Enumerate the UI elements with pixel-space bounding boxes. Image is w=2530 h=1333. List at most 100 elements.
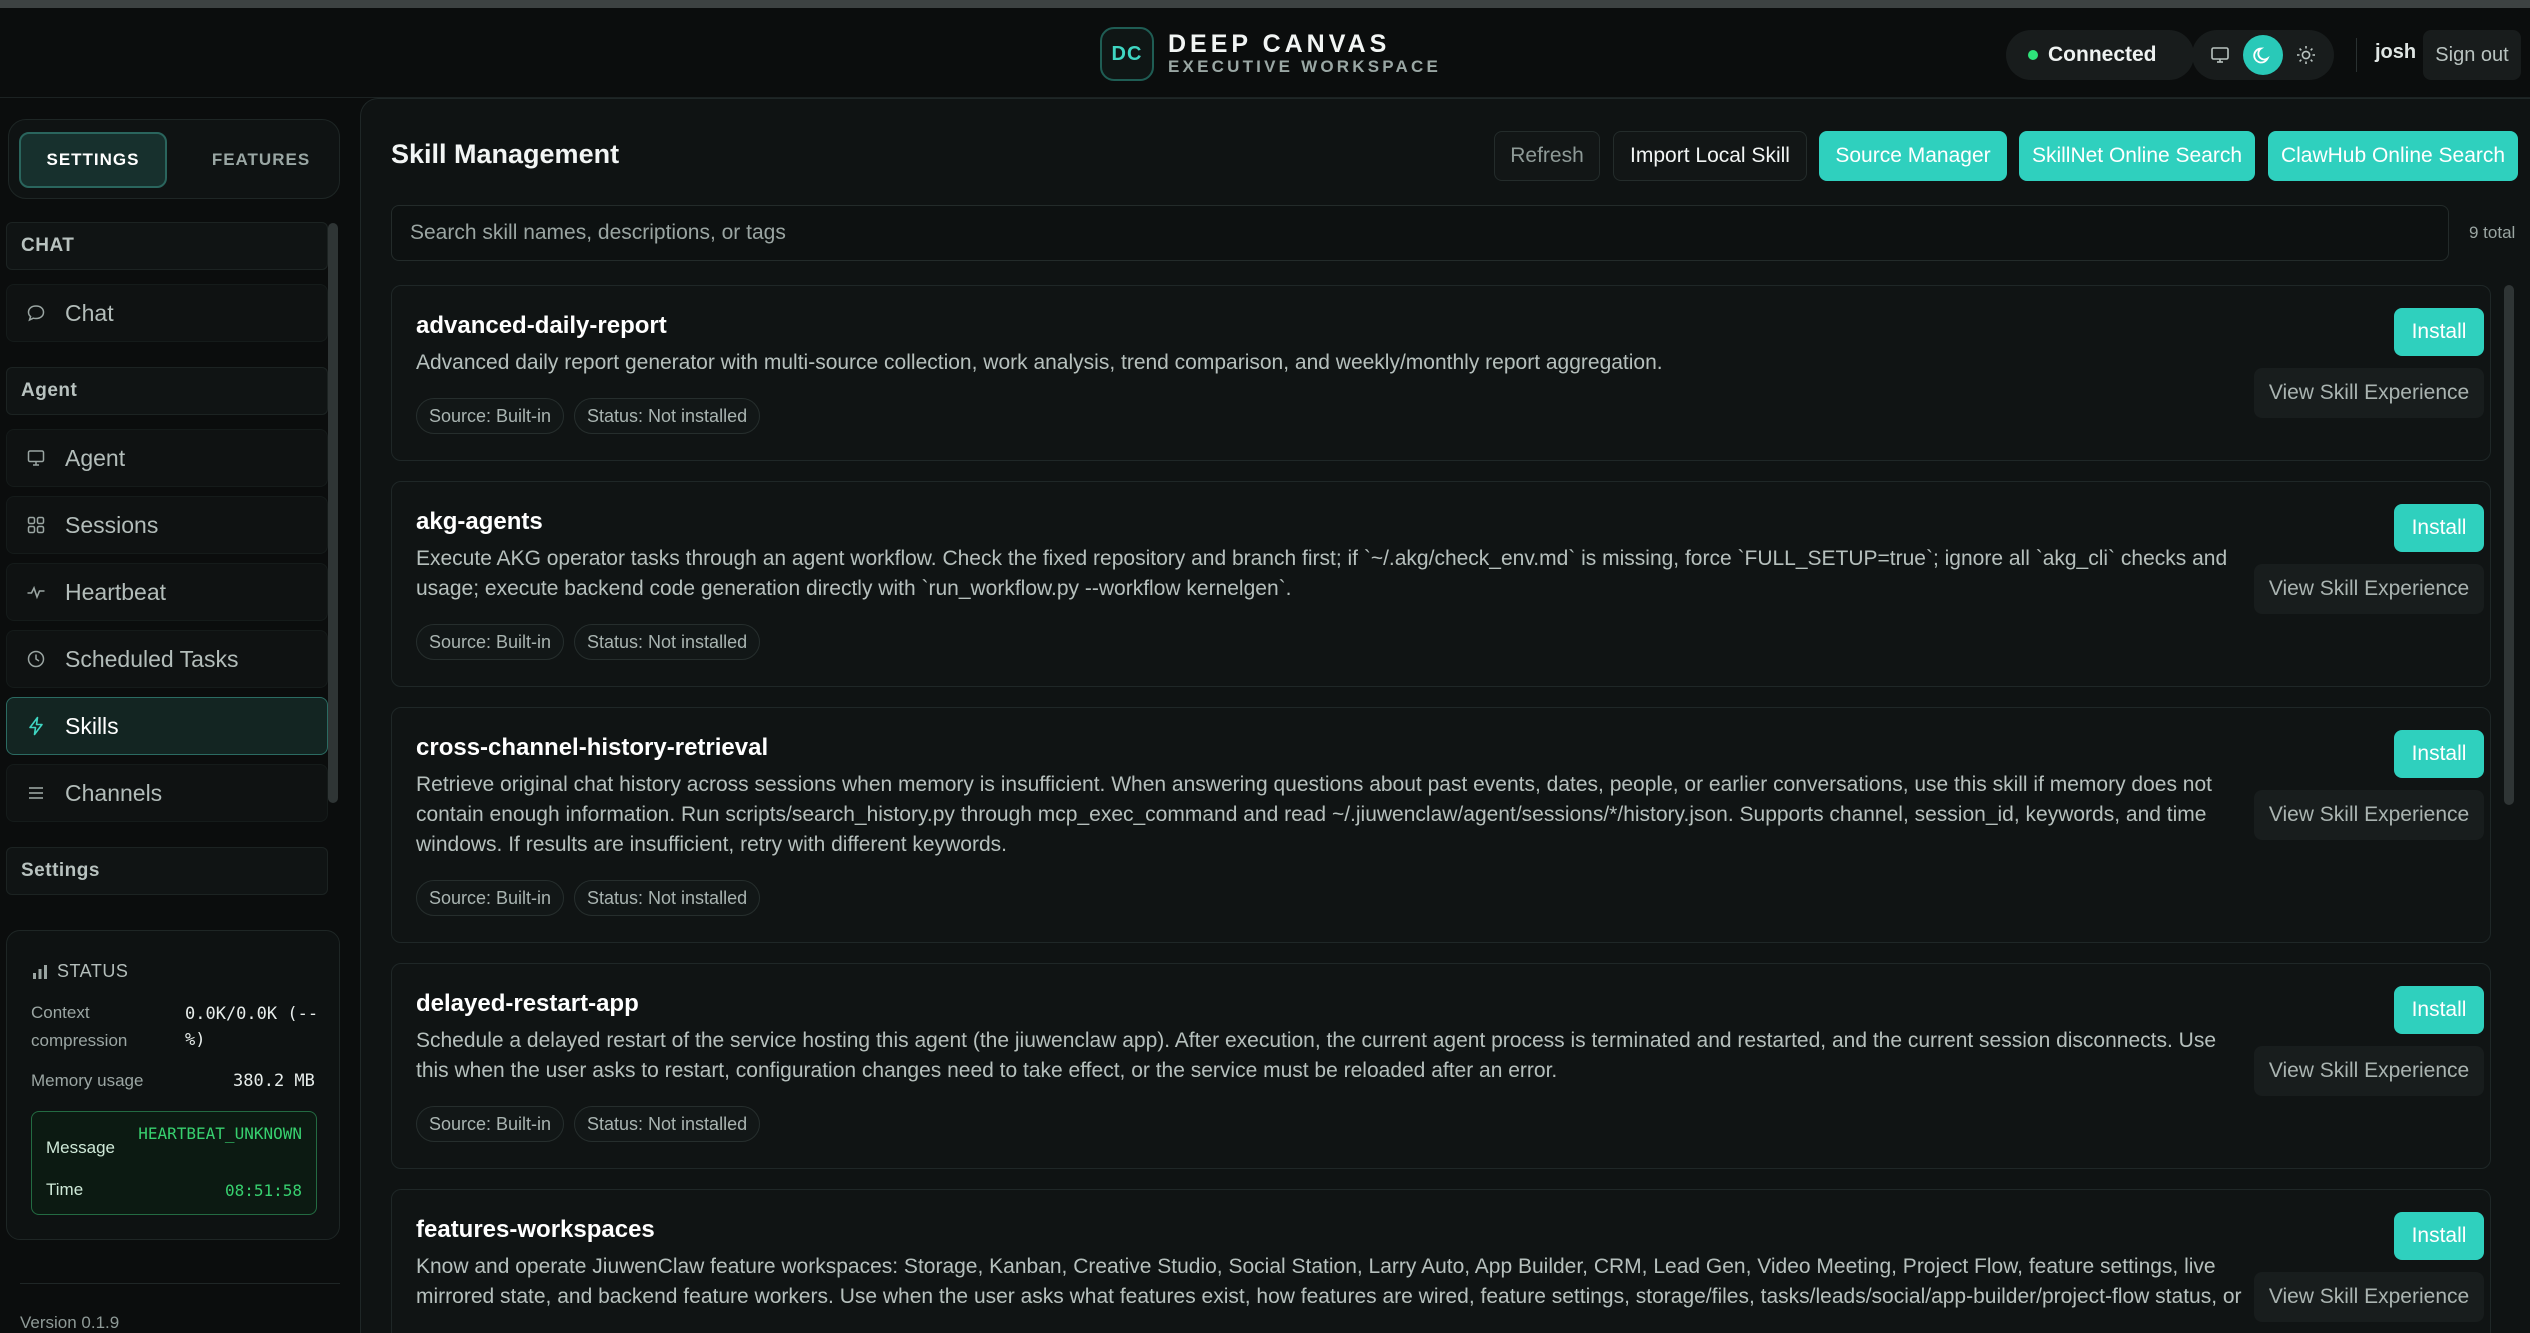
message-label: Message — [46, 1138, 115, 1157]
source-tag: Source: Built-in — [416, 1106, 565, 1142]
view-skill-experience-button[interactable]: View Skill Experience — [2254, 564, 2484, 614]
connection-status: Connected — [2006, 30, 2194, 80]
status-tag: Status: Not installed — [574, 880, 761, 916]
time-label: Time — [46, 1180, 84, 1199]
sidebar-item-agent[interactable]: Agent — [6, 429, 328, 487]
view-skill-experience-button[interactable]: View Skill Experience — [2254, 368, 2484, 418]
sidebar-item-label: Chat — [65, 299, 114, 326]
status-dot-icon — [2028, 50, 2038, 60]
sidebar-item-label: Sessions — [65, 511, 159, 538]
sidebar-item-label: Skills — [65, 712, 119, 739]
skill-name: akg-agents — [416, 508, 543, 535]
sidebar-scrollbar[interactable] — [328, 223, 338, 803]
status-title: STATUS — [31, 961, 128, 982]
sidebar: SETTINGS FEATURES CHAT Chat Agent Agent … — [0, 98, 350, 1333]
source-manager-button[interactable]: Source Manager — [1819, 131, 2007, 181]
install-button[interactable]: Install — [2394, 504, 2484, 552]
brand-logo: DC — [1100, 27, 1154, 81]
skill-card: delayed-restart-app Schedule a delayed r… — [391, 963, 2491, 1169]
tab-settings[interactable]: SETTINGS — [19, 132, 167, 188]
sidebar-item-scheduled-tasks[interactable]: Scheduled Tasks — [6, 630, 328, 688]
sun-icon[interactable] — [2286, 35, 2326, 75]
skill-card: cross-channel-history-retrieval Retrieve… — [391, 707, 2491, 943]
view-skill-experience-button[interactable]: View Skill Experience — [2254, 790, 2484, 840]
skill-card: akg-agents Execute AKG operator tasks th… — [391, 481, 2491, 687]
source-tag: Source: Built-in — [416, 398, 565, 434]
sidebar-item-label: Channels — [65, 779, 163, 806]
import-local-skill-button[interactable]: Import Local Skill — [1613, 131, 1807, 181]
theme-switcher — [2192, 30, 2334, 80]
skill-card: features-workspaces Know and operate Jiu… — [391, 1189, 2491, 1333]
source-tag: Source: Built-in — [416, 880, 565, 916]
memory-value: 380.2 MB — [233, 1071, 315, 1091]
message-value: HEARTBEAT_UNKNOWN — [138, 1124, 302, 1143]
view-skill-experience-button[interactable]: View Skill Experience — [2254, 1046, 2484, 1096]
skill-description: Execute AKG operator tasks through an ag… — [416, 547, 2228, 600]
total-count: 9 total — [2469, 223, 2516, 242]
sidebar-item-label: Agent — [65, 444, 126, 471]
main-scrollbar[interactable] — [2504, 285, 2514, 805]
status-tag: Status: Not installed — [574, 1106, 761, 1142]
header-divider — [2356, 38, 2357, 72]
install-button[interactable]: Install — [2394, 730, 2484, 778]
skill-name: features-workspaces — [416, 1216, 655, 1243]
sidebar-item-heartbeat[interactable]: Heartbeat — [6, 563, 328, 621]
lightning-icon — [25, 715, 47, 737]
skillnet-search-button[interactable]: SkillNet Online Search — [2019, 131, 2255, 181]
connection-label: Connected — [2048, 43, 2157, 66]
version-label: Version 0.1.9 — [20, 1313, 120, 1332]
username: josh — [2375, 41, 2417, 63]
app-header: DC DEEP CANVAS EXECUTIVE WORKSPACE Conne… — [0, 8, 2530, 98]
clawhub-search-button[interactable]: ClawHub Online Search — [2268, 131, 2518, 181]
grid-icon — [25, 514, 47, 536]
moon-icon[interactable] — [2242, 35, 2283, 75]
clock-icon — [25, 648, 47, 670]
context-value: 0.0K/0.0K (--%) — [185, 1004, 319, 1050]
section-header-chat[interactable]: CHAT — [6, 222, 328, 270]
monitor-icon[interactable] — [2200, 35, 2240, 75]
sidebar-item-label: Heartbeat — [65, 578, 167, 605]
section-header-agent[interactable]: Agent — [6, 367, 328, 415]
bar-chart-icon — [31, 963, 49, 981]
brand-name: DEEP CANVAS — [1168, 30, 1391, 58]
lines-icon — [25, 782, 47, 804]
skill-description: Schedule a delayed restart of the servic… — [416, 1029, 2217, 1082]
skill-search-input[interactable]: Search skill names, descriptions, or tag… — [391, 205, 2449, 261]
skill-card: advanced-daily-report Advanced daily rep… — [391, 285, 2491, 461]
window-top-strip — [0, 0, 2530, 8]
sign-out-button[interactable]: Sign out — [2423, 30, 2521, 80]
section-header-settings[interactable]: Settings — [6, 847, 328, 895]
source-tag: Source: Built-in — [416, 624, 565, 660]
refresh-button[interactable]: Refresh — [1494, 131, 1600, 181]
context-label: Context compression — [31, 1003, 128, 1050]
sidebar-item-sessions[interactable]: Sessions — [6, 496, 328, 554]
sidebar-item-label: Scheduled Tasks — [65, 645, 239, 672]
tab-features[interactable]: FEATURES — [187, 132, 335, 188]
status-tag: Status: Not installed — [574, 624, 761, 660]
skill-description: Advanced daily report generator with mul… — [416, 351, 1663, 374]
view-skill-experience-button[interactable]: View Skill Experience — [2254, 1272, 2484, 1322]
monitor-icon — [25, 447, 47, 469]
memory-label: Memory usage — [31, 1071, 144, 1090]
main-panel: Skill Management Refresh Import Local Sk… — [360, 98, 2530, 1333]
skill-name: advanced-daily-report — [416, 312, 667, 339]
skill-description: Retrieve original chat history across se… — [416, 773, 2212, 856]
status-panel: STATUS Context compression 0.0K/0.0K (--… — [6, 930, 340, 1240]
skill-name: delayed-restart-app — [416, 990, 639, 1017]
status-tag: Status: Not installed — [574, 398, 761, 434]
install-button[interactable]: Install — [2394, 986, 2484, 1034]
install-button[interactable]: Install — [2394, 308, 2484, 356]
heartbeat-message-box: Message HEARTBEAT_UNKNOWN Time 08:51:58 — [31, 1111, 317, 1215]
sidebar-item-channels[interactable]: Channels — [6, 764, 328, 822]
sidebar-tabs: SETTINGS FEATURES — [8, 119, 340, 199]
time-value: 08:51:58 — [224, 1181, 302, 1200]
sidebar-item-skills[interactable]: Skills — [6, 697, 328, 755]
page-title: Skill Management — [391, 139, 620, 169]
chat-bubble-icon — [25, 302, 47, 324]
brand-subtitle: EXECUTIVE WORKSPACE — [1168, 57, 1442, 76]
brand[interactable]: DC DEEP CANVAS EXECUTIVE WORKSPACE — [1100, 27, 1441, 81]
pulse-icon — [25, 581, 47, 603]
sidebar-divider — [20, 1283, 340, 1284]
install-button[interactable]: Install — [2394, 1212, 2484, 1260]
sidebar-item-chat[interactable]: Chat — [6, 284, 328, 342]
